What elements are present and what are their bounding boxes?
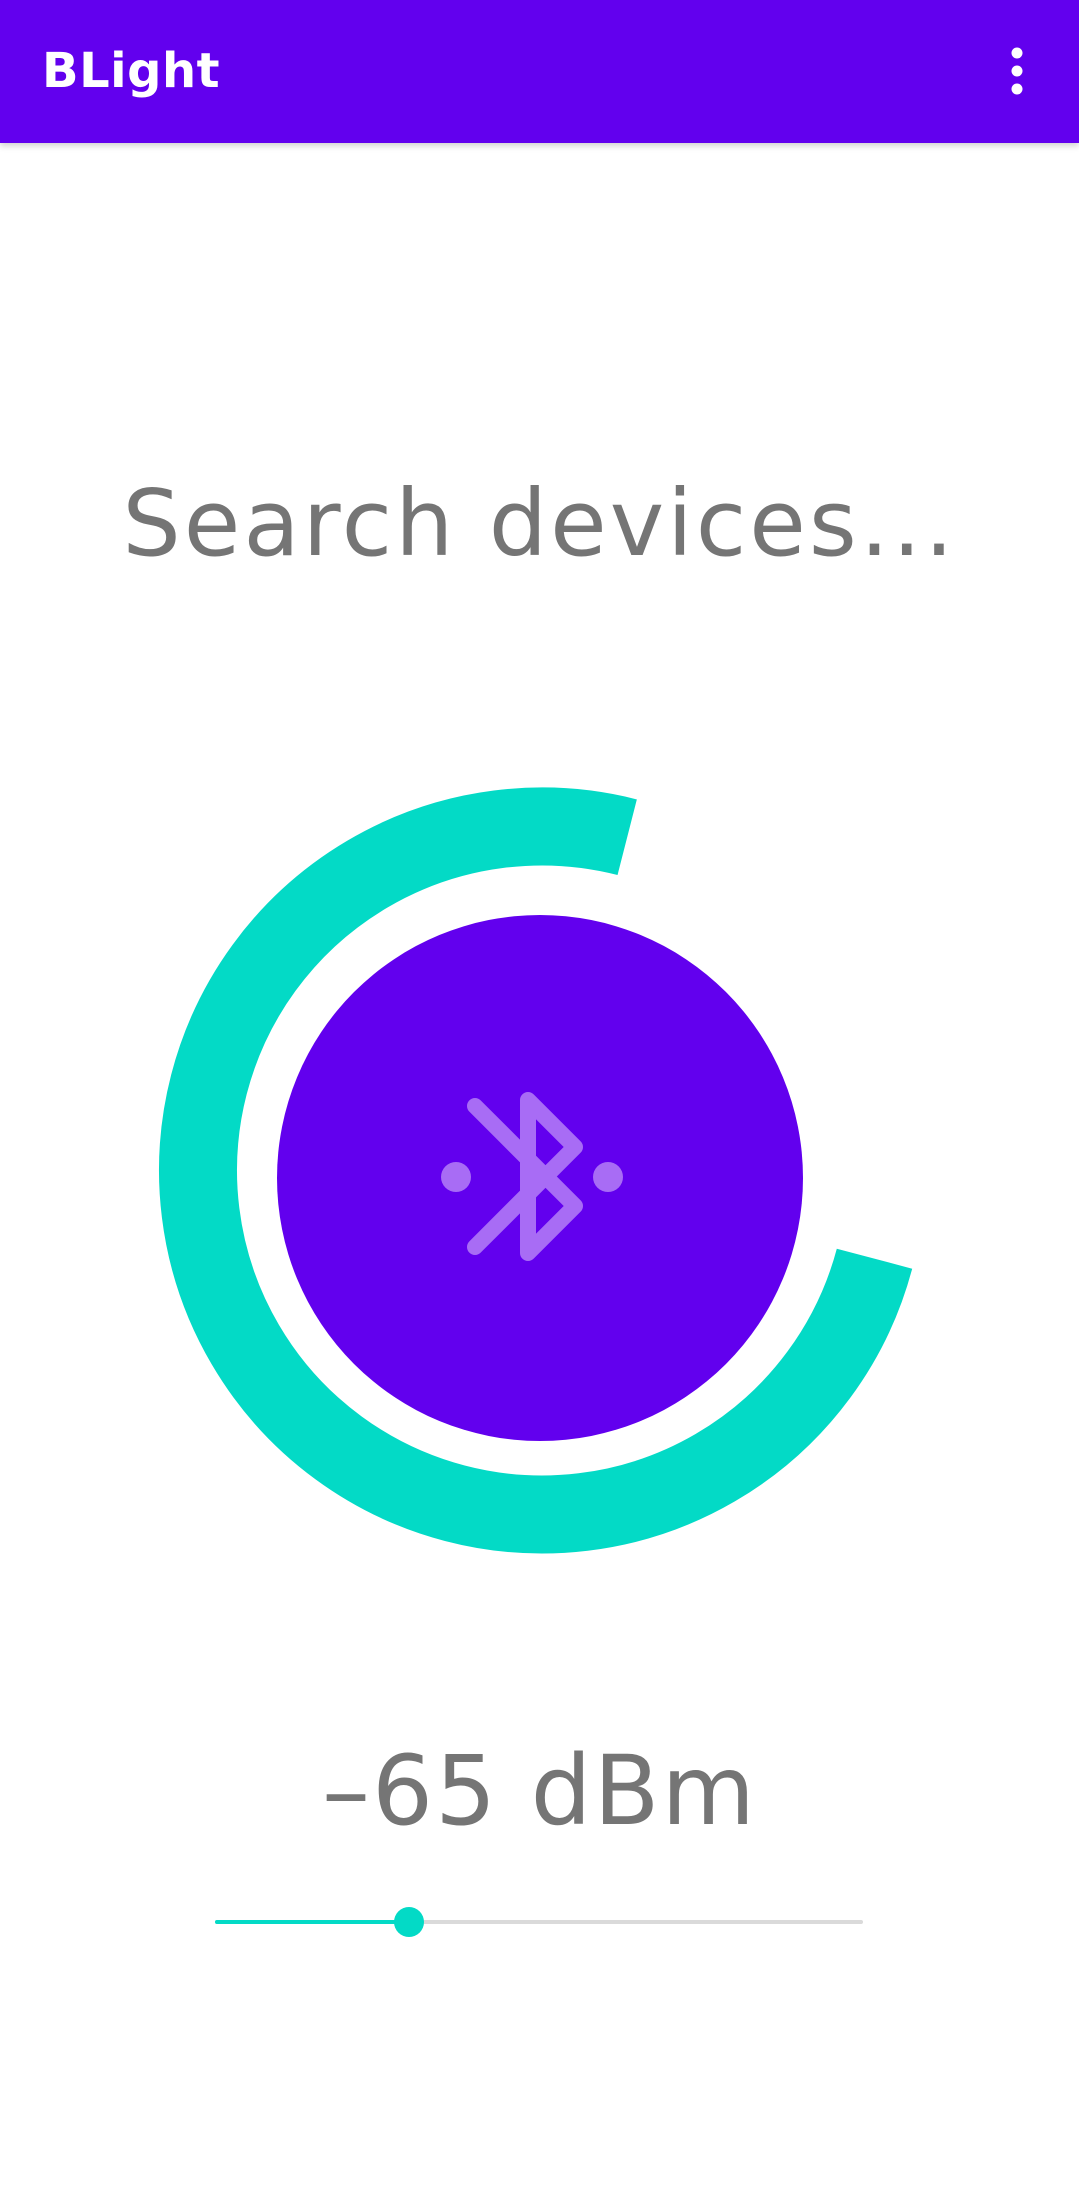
scan-button[interactable] bbox=[277, 915, 803, 1441]
app-screen: BLight Search devices... –65 dBm bbox=[0, 0, 1079, 2206]
bluetooth-searching-icon bbox=[441, 1092, 623, 1261]
app-bar: BLight bbox=[0, 0, 1079, 143]
rssi-slider[interactable] bbox=[215, 1900, 863, 1944]
app-title: BLight bbox=[42, 43, 221, 99]
search-status-text: Search devices... bbox=[122, 470, 957, 577]
overflow-menu-button[interactable] bbox=[977, 31, 1057, 111]
more-vert-icon bbox=[1011, 47, 1023, 95]
slider-active-track bbox=[215, 1920, 409, 1924]
rssi-value: –65 dBm bbox=[322, 1735, 757, 1847]
slider-thumb[interactable] bbox=[394, 1907, 424, 1937]
